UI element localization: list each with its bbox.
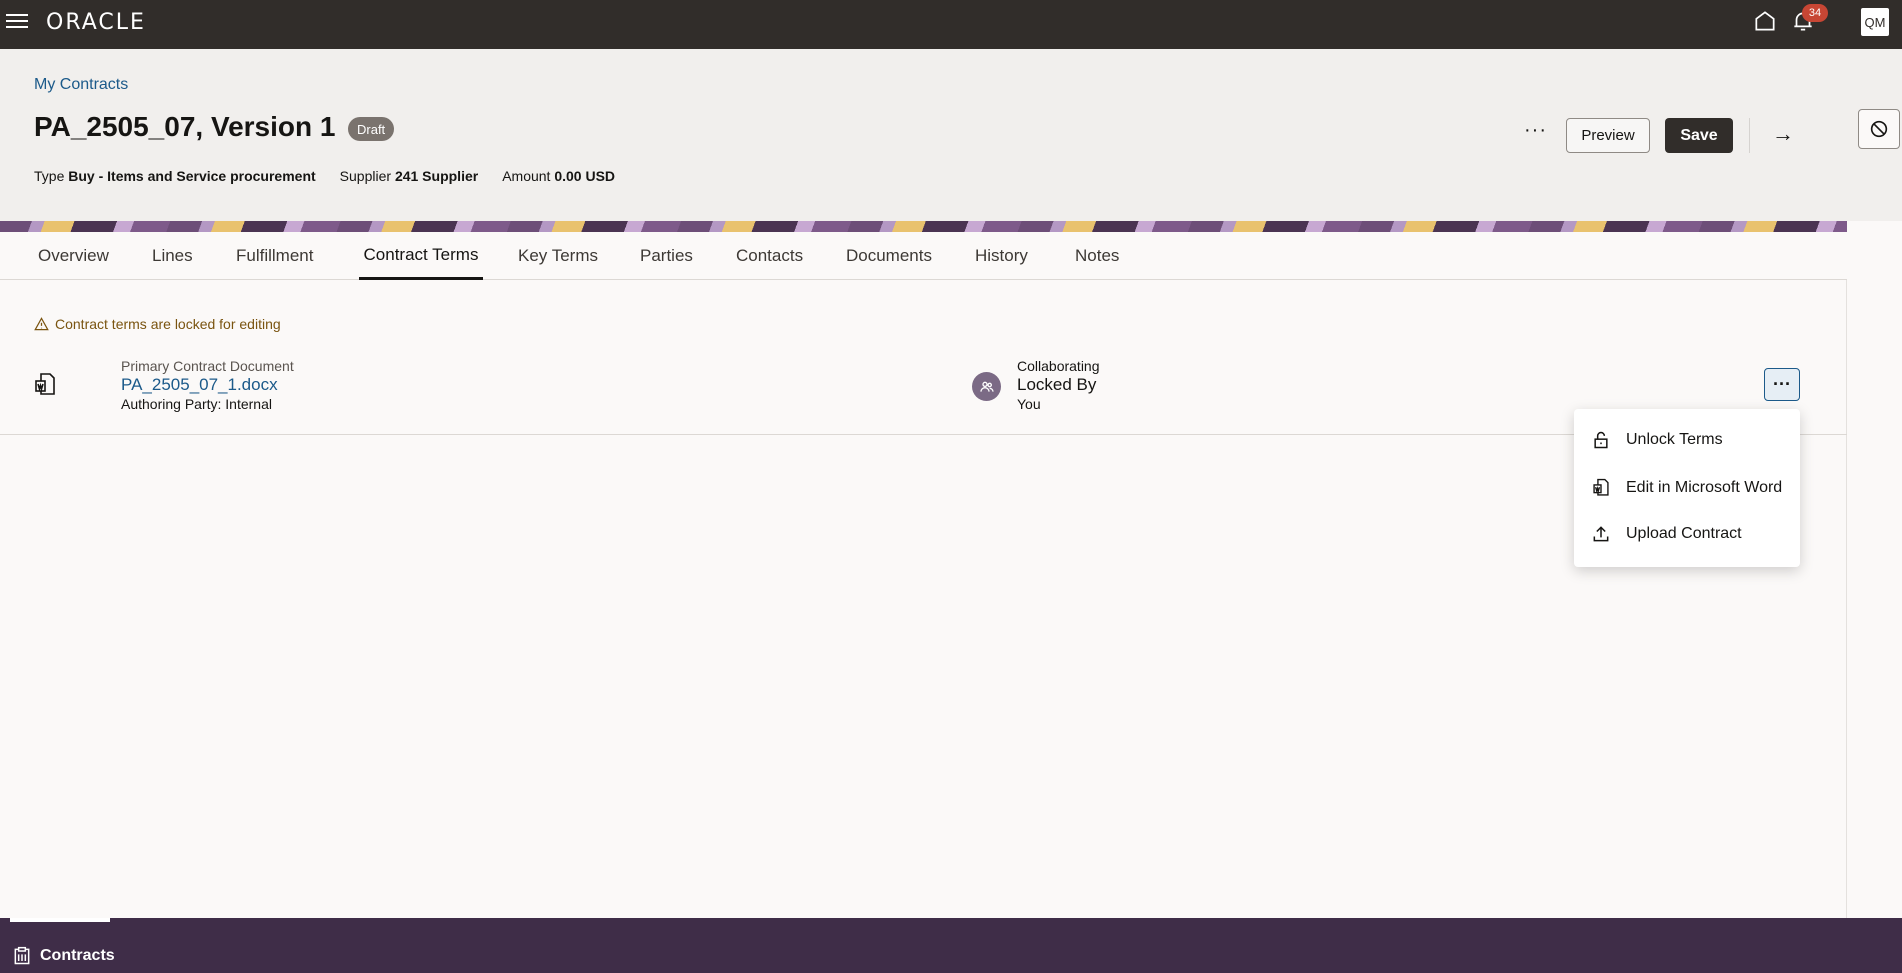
tab-documents[interactable]: Documents bbox=[846, 232, 932, 280]
tab-bar: Overview Lines Fulfillment Contract Term… bbox=[0, 232, 1847, 280]
status-badge: Draft bbox=[348, 117, 395, 141]
page-title: PA_2505_07, Version 1 bbox=[34, 111, 336, 142]
menu-item-label: Unlock Terms bbox=[1626, 431, 1723, 448]
top-bar: ORACLE 34 QM bbox=[0, 0, 1902, 49]
warning-icon bbox=[34, 317, 49, 331]
clipboard-icon bbox=[14, 946, 30, 965]
menu-item-label: Upload Contract bbox=[1626, 525, 1742, 542]
notification-badge: 34 bbox=[1802, 4, 1828, 22]
more-actions-button[interactable]: ··· bbox=[1524, 119, 1547, 142]
save-button[interactable]: Save bbox=[1665, 118, 1733, 153]
tab-history[interactable]: History bbox=[975, 232, 1028, 280]
amount-label: Amount bbox=[502, 168, 551, 184]
dock-item-contracts[interactable]: Contracts bbox=[40, 947, 115, 965]
menu-item-unlock-terms[interactable]: Unlock Terms bbox=[1574, 417, 1800, 463]
document-type-label: Primary Contract Document bbox=[121, 358, 294, 374]
hamburger-menu-icon[interactable] bbox=[6, 10, 28, 32]
collaboration-status: Collaborating bbox=[1017, 358, 1100, 374]
menu-item-upload-contract[interactable]: Upload Contract bbox=[1574, 511, 1800, 557]
toolbar-divider bbox=[1749, 118, 1750, 153]
prohibit-icon bbox=[1870, 120, 1888, 138]
home-icon[interactable] bbox=[1752, 8, 1778, 34]
lock-warning: Contract terms are locked for editing bbox=[34, 316, 281, 332]
word-doc-icon bbox=[1593, 478, 1609, 496]
preview-button[interactable]: Preview bbox=[1566, 118, 1650, 153]
type-label: Type bbox=[34, 168, 65, 184]
type-value: Buy - Items and Service procurement bbox=[68, 168, 316, 184]
next-arrow-button[interactable]: → bbox=[1772, 121, 1794, 147]
warning-text: Contract terms are locked for editing bbox=[55, 316, 281, 332]
locked-by-label: Locked By bbox=[1017, 375, 1097, 394]
row-actions-button[interactable]: ··· bbox=[1764, 368, 1800, 401]
menu-item-edit-in-word[interactable]: Edit in Microsoft Word bbox=[1574, 465, 1800, 511]
amount-value: 0.00 USD bbox=[554, 168, 616, 184]
supplier-value: 241 Supplier bbox=[394, 168, 479, 184]
upload-icon bbox=[1593, 526, 1609, 542]
dock-active-indicator bbox=[10, 918, 110, 922]
row-actions-menu: Unlock Terms Edit in Microsoft Word Uplo… bbox=[1574, 409, 1800, 567]
tab-contract-terms[interactable]: Contract Terms bbox=[359, 232, 483, 280]
user-avatar[interactable]: QM bbox=[1861, 8, 1889, 36]
decorative-banner bbox=[0, 221, 1847, 232]
tab-contacts[interactable]: Contacts bbox=[736, 232, 803, 280]
tab-key-terms[interactable]: Key Terms bbox=[518, 232, 598, 280]
unlock-icon bbox=[1594, 431, 1608, 449]
oracle-logo: ORACLE bbox=[46, 10, 146, 35]
page-header: My Contracts PA_2505_07, Version 1 Draft… bbox=[0, 49, 1902, 221]
authoring-party: Authoring Party: Internal bbox=[121, 396, 272, 412]
contract-terms-panel: Contract terms are locked for editing Pr… bbox=[0, 280, 1847, 918]
tab-parties[interactable]: Parties bbox=[640, 232, 693, 280]
tab-overview[interactable]: Overview bbox=[38, 232, 109, 280]
contract-meta: Type Buy - Items and Service procurement… bbox=[34, 168, 615, 184]
supplier-label: Supplier bbox=[339, 168, 392, 184]
document-file-link[interactable]: PA_2505_07_1.docx bbox=[121, 375, 278, 395]
primary-document-row: Primary Contract Document PA_2505_07_1.d… bbox=[0, 348, 1847, 435]
cancel-circle-button[interactable] bbox=[1858, 109, 1900, 149]
tab-lines[interactable]: Lines bbox=[152, 232, 193, 280]
collaborators-icon bbox=[972, 372, 1001, 401]
tab-notes[interactable]: Notes bbox=[1075, 232, 1119, 280]
breadcrumb-my-contracts[interactable]: My Contracts bbox=[34, 76, 128, 94]
menu-item-label: Edit in Microsoft Word bbox=[1626, 479, 1783, 496]
locked-by-user: You bbox=[1017, 396, 1041, 412]
contract-document-icon bbox=[35, 373, 55, 395]
tab-fulfillment[interactable]: Fulfillment bbox=[236, 232, 313, 280]
bottom-dock: Contracts bbox=[0, 918, 1902, 973]
